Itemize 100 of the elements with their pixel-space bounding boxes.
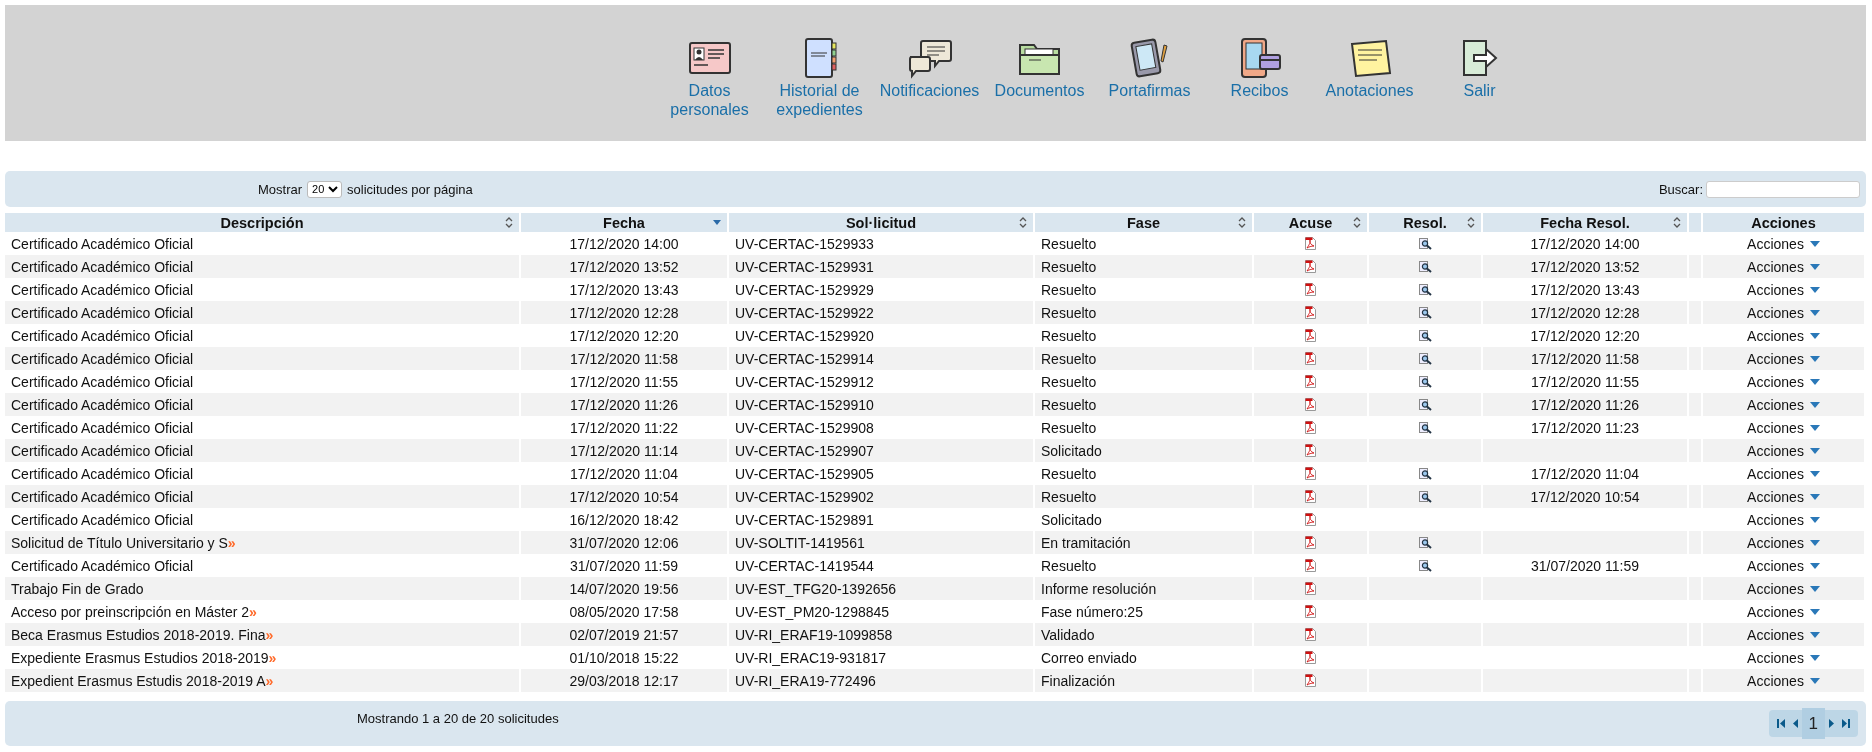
- actions-dropdown[interactable]: Acciones: [1747, 327, 1820, 344]
- actions-dropdown[interactable]: Acciones: [1747, 534, 1820, 551]
- document-magnifier-icon[interactable]: [1418, 490, 1432, 503]
- column-header[interactable]: Sol·licitud: [729, 213, 1035, 232]
- caret-icon: [1809, 355, 1820, 362]
- column-header[interactable]: Acuse: [1254, 213, 1369, 232]
- page-number-button[interactable]: 1: [1801, 708, 1825, 739]
- actions-dropdown[interactable]: Acciones: [1747, 511, 1820, 528]
- document-magnifier-icon[interactable]: [1418, 329, 1432, 342]
- nav-link[interactable]: Anotaciones: [1314, 37, 1425, 100]
- actions-dropdown[interactable]: Acciones: [1747, 465, 1820, 482]
- pdf-icon[interactable]: [1305, 444, 1316, 457]
- actions-dropdown[interactable]: Acciones: [1747, 419, 1820, 436]
- pdf-icon[interactable]: [1305, 467, 1316, 480]
- actions-dropdown[interactable]: Acciones: [1747, 580, 1820, 597]
- resolution-date-cell: 17/12/2020 12:28: [1530, 304, 1640, 321]
- nav-link[interactable]: Notificaciones: [874, 37, 985, 100]
- resolution-date-cell: 17/12/2020 11:04: [1531, 465, 1639, 482]
- document-magnifier-icon[interactable]: [1418, 467, 1432, 480]
- pdf-icon[interactable]: [1305, 628, 1316, 641]
- phase-cell: Fase número:25: [1041, 603, 1143, 620]
- search-field[interactable]: [1706, 180, 1860, 198]
- phase-cell: Resuelto: [1041, 281, 1097, 298]
- document-magnifier-icon[interactable]: [1418, 237, 1432, 250]
- description-cell: Certificado Académico Oficial: [11, 327, 194, 344]
- last-page-icon: [1842, 719, 1850, 728]
- document-magnifier-icon[interactable]: [1418, 306, 1432, 319]
- document-magnifier-icon[interactable]: [1418, 375, 1432, 388]
- caret-icon: [1809, 424, 1820, 431]
- date-cell: 14/07/2020 19:56: [569, 580, 679, 597]
- actions-dropdown[interactable]: Acciones: [1747, 235, 1820, 252]
- pdf-icon[interactable]: [1305, 237, 1316, 250]
- actions-dropdown[interactable]: Acciones: [1747, 281, 1820, 298]
- actions-dropdown[interactable]: Acciones: [1747, 557, 1820, 574]
- document-magnifier-icon[interactable]: [1418, 283, 1432, 296]
- caret-icon: [1809, 539, 1820, 546]
- caret-icon: [1809, 562, 1820, 569]
- actions-dropdown[interactable]: Acciones: [1747, 603, 1820, 620]
- caret-icon: [1809, 585, 1820, 592]
- nav-link[interactable]: Recibos: [1204, 37, 1315, 100]
- description-cell: Solicitud de Título Universitario y S»: [11, 534, 236, 551]
- request-id-cell: UV-CERTAC-1529905: [735, 465, 874, 482]
- pdf-icon[interactable]: [1305, 651, 1316, 664]
- phase-cell: Resuelto: [1041, 327, 1097, 344]
- pdf-icon[interactable]: [1305, 421, 1316, 434]
- first-page-icon: [1776, 719, 1785, 728]
- nav-link[interactable]: Datos personales: [654, 37, 765, 119]
- document-magnifier-icon[interactable]: [1418, 352, 1432, 365]
- resolution-date-cell: 17/12/2020 10:54: [1530, 488, 1640, 505]
- actions-dropdown[interactable]: Acciones: [1747, 373, 1820, 390]
- phase-cell: Resuelto: [1041, 235, 1097, 252]
- actions-dropdown[interactable]: Acciones: [1747, 649, 1820, 666]
- phase-cell: Resuelto: [1041, 258, 1097, 275]
- resolution-date-cell: 17/12/2020 13:52: [1530, 258, 1640, 275]
- actions-dropdown[interactable]: Acciones: [1747, 396, 1820, 413]
- page-size-select[interactable]: 20: [307, 180, 343, 198]
- pdf-icon[interactable]: [1305, 536, 1316, 549]
- nav-link[interactable]: Salir: [1424, 37, 1535, 100]
- actions-dropdown[interactable]: Acciones: [1747, 488, 1820, 505]
- column-header[interactable]: Descripción: [5, 213, 521, 232]
- nav-link[interactable]: Documentos: [984, 37, 1095, 100]
- actions-dropdown[interactable]: Acciones: [1747, 258, 1820, 275]
- phase-cell: Resuelto: [1041, 304, 1097, 321]
- column-header[interactable]: Fecha Resol.: [1483, 213, 1689, 232]
- description-cell: Certificado Académico Oficial: [11, 350, 194, 367]
- phase-cell: Solicitado: [1041, 511, 1102, 528]
- nav-link[interactable]: Historial de expedientes: [764, 37, 875, 119]
- actions-dropdown[interactable]: Acciones: [1747, 304, 1820, 321]
- pdf-icon[interactable]: [1305, 490, 1316, 503]
- pdf-icon[interactable]: [1305, 398, 1316, 411]
- request-id-cell: UV-EST_TFG20-1392656: [735, 580, 897, 597]
- pdf-icon[interactable]: [1305, 260, 1316, 273]
- caret-icon: [1809, 677, 1820, 684]
- pdf-icon[interactable]: [1305, 674, 1316, 687]
- actions-dropdown[interactable]: Acciones: [1747, 350, 1820, 367]
- document-magnifier-icon[interactable]: [1418, 260, 1432, 273]
- request-id-cell: UV-RI_ERAC19-931817: [735, 649, 886, 666]
- pdf-icon[interactable]: [1305, 559, 1316, 572]
- pdf-icon[interactable]: [1305, 582, 1316, 595]
- column-header[interactable]: Fecha: [521, 213, 729, 232]
- document-magnifier-icon[interactable]: [1418, 421, 1432, 434]
- actions-dropdown[interactable]: Acciones: [1747, 626, 1820, 643]
- date-cell: 17/12/2020 13:52: [569, 258, 679, 275]
- pdf-icon[interactable]: [1305, 605, 1316, 618]
- pdf-icon[interactable]: [1305, 329, 1316, 342]
- pdf-icon[interactable]: [1305, 352, 1316, 365]
- document-magnifier-icon[interactable]: [1418, 398, 1432, 411]
- pdf-icon[interactable]: [1305, 375, 1316, 388]
- column-header[interactable]: Fase: [1035, 213, 1254, 232]
- pdf-icon[interactable]: [1305, 283, 1316, 296]
- pdf-icon[interactable]: [1305, 513, 1316, 526]
- nav-link[interactable]: Portafirmas: [1094, 37, 1205, 100]
- document-magnifier-icon[interactable]: [1418, 536, 1432, 549]
- column-header[interactable]: Resol.: [1369, 213, 1483, 232]
- actions-dropdown[interactable]: Acciones: [1747, 442, 1820, 459]
- document-magnifier-icon[interactable]: [1418, 559, 1432, 572]
- phase-cell: Solicitado: [1041, 442, 1102, 459]
- actions-dropdown[interactable]: Acciones: [1747, 672, 1820, 689]
- pdf-icon[interactable]: [1305, 306, 1316, 319]
- caret-icon: [1809, 516, 1820, 523]
